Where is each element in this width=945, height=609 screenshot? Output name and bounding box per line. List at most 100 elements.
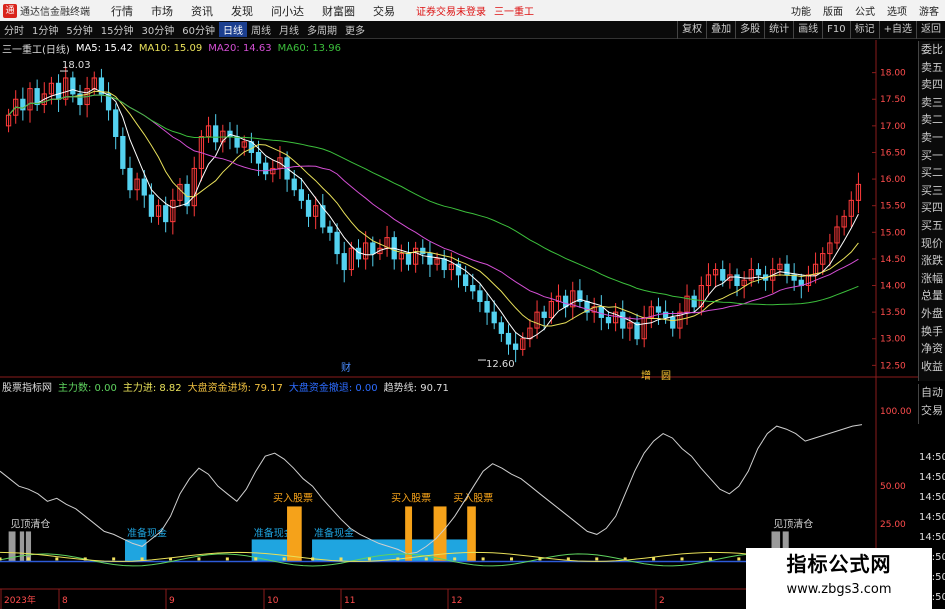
- back-button[interactable]: 返回: [916, 21, 945, 39]
- menu-wenxiaoda[interactable]: 问小达: [262, 3, 313, 19]
- period-more[interactable]: 更多: [341, 22, 369, 37]
- price-tick-label: 15.50: [880, 202, 906, 212]
- signal-dot: [481, 557, 485, 561]
- book-sell2: 卖二: [921, 113, 943, 127]
- candle-body: [120, 135, 126, 169]
- period-daily[interactable]: 日线: [218, 22, 247, 37]
- period-5min[interactable]: 5分钟: [62, 22, 96, 37]
- fuquan-button[interactable]: 复权: [677, 21, 706, 39]
- period-monthly[interactable]: 月线: [275, 22, 303, 37]
- kline-chart[interactable]: 18.00 17.50 17.00 16.50 16.00 15.50 15.00 14.50…: [0, 40, 945, 609]
- app-logo-icon: 通: [3, 3, 17, 18]
- signal-dot: [680, 557, 684, 561]
- candle-body: [141, 178, 147, 196]
- buy-signal-label: 买入股票: [273, 492, 313, 504]
- signal-dot: [169, 557, 173, 561]
- side-time-label: 14:50: [919, 532, 945, 543]
- x-tick-label: 11: [344, 596, 355, 606]
- indicator-name[interactable]: 股票指标网: [2, 379, 52, 394]
- event-zeng-marker[interactable]: 增: [641, 369, 651, 382]
- stock-period-label[interactable]: 三一重工(日线): [2, 41, 70, 56]
- book-outer: 外盘: [921, 306, 943, 320]
- book-net-asset: 净资: [921, 342, 943, 356]
- side-time-label: 14:50: [919, 472, 945, 483]
- buy-signal-bar: [467, 506, 476, 562]
- menu-caifuquan[interactable]: 财富圈: [313, 3, 364, 19]
- candle-body: [498, 322, 504, 334]
- signal-dot: [566, 557, 570, 561]
- period-15min[interactable]: 15分钟: [97, 22, 138, 37]
- cash-zone-label: 准备现金: [314, 526, 354, 539]
- candle-body: [291, 178, 297, 191]
- stats-button[interactable]: 统计: [764, 21, 793, 39]
- candle-body: [355, 247, 362, 260]
- f10-button[interactable]: F10: [822, 21, 849, 39]
- current-stock-name: 三一重工: [494, 7, 534, 18]
- add-watchlist-button[interactable]: +自选: [878, 21, 916, 39]
- menu-shichang[interactable]: 市场: [142, 3, 182, 19]
- book-buy4: 买四: [921, 201, 943, 215]
- signal-dot: [396, 557, 400, 561]
- signal-dot: [424, 557, 428, 561]
- ma5-line: [8, 88, 859, 340]
- price-tick-label: 17.50: [880, 95, 906, 105]
- mark-button[interactable]: 标记: [849, 21, 879, 39]
- x-tick-label: 8: [62, 596, 68, 606]
- candle-body: [127, 167, 133, 191]
- period-30min[interactable]: 30分钟: [137, 22, 178, 37]
- clear-signal-bar: [19, 531, 25, 562]
- candle-body: [477, 290, 483, 302]
- dapan-exit-value: 大盘资金撤退: 0.00: [288, 382, 378, 394]
- side-time-label: 14:50: [919, 452, 945, 463]
- candle-body: [441, 258, 447, 271]
- x-tick-label: 9: [169, 596, 175, 606]
- signal-dot: [339, 557, 343, 561]
- period-fenshi[interactable]: 分时: [0, 22, 28, 37]
- signal-dot: [254, 557, 258, 561]
- watermark-title: 指标公式网: [786, 552, 892, 576]
- candle-body: [691, 295, 697, 308]
- period-weekly[interactable]: 周线: [247, 22, 275, 37]
- period-60min[interactable]: 60分钟: [178, 22, 219, 37]
- side-time-label: 14:50: [919, 512, 945, 523]
- event-tag-marker[interactable]: 圆: [661, 370, 671, 382]
- candle-body: [620, 311, 626, 329]
- overlay-button[interactable]: 叠加: [706, 21, 735, 39]
- signal-dot: [453, 557, 457, 561]
- menu-banmian[interactable]: 版面: [817, 3, 849, 18]
- menu-xuanxiang[interactable]: 选项: [881, 3, 913, 18]
- book-buy3: 买三: [921, 183, 943, 197]
- indicator-legend: 股票指标网 主力数: 0.00 主力进: 8.82 大盘资金进场: 79.17 …: [2, 379, 455, 394]
- price-tick-label: 16.50: [880, 148, 906, 158]
- candle-body: [70, 77, 76, 95]
- auto-label[interactable]: 自动: [919, 384, 945, 402]
- menu-gongneng[interactable]: 功能: [785, 3, 817, 18]
- trade-label[interactable]: 交易: [919, 402, 945, 420]
- trend-line-value: 趋势线: 90.71: [383, 382, 449, 394]
- signal-dot: [0, 557, 2, 561]
- menu-gongshi[interactable]: 公式: [849, 3, 881, 18]
- ma10-line: [8, 90, 859, 327]
- candle-body: [598, 306, 604, 318]
- period-1min[interactable]: 1分钟: [28, 22, 62, 37]
- guest-button[interactable]: 游客: [913, 3, 945, 18]
- trade-login-notice[interactable]: 证券交易未登录: [416, 3, 486, 18]
- menu-jiaoyi[interactable]: 交易: [364, 3, 404, 19]
- menu-hangqing[interactable]: 行情: [102, 3, 142, 19]
- event-cai-marker[interactable]: 财: [341, 361, 351, 374]
- book-change: 涨跌: [921, 254, 943, 268]
- multi-stock-button[interactable]: 多股: [735, 21, 764, 39]
- draw-line-button[interactable]: 画线: [793, 21, 822, 39]
- period-multi[interactable]: 多周期: [303, 22, 341, 37]
- ma10-value: MA10: 15.09: [138, 42, 203, 54]
- menu-zixun[interactable]: 资讯: [182, 3, 222, 19]
- candle-body: [655, 306, 662, 313]
- signal-dot: [623, 557, 627, 561]
- signal-dot: [367, 557, 371, 561]
- candle-body: [163, 205, 169, 223]
- menu-faxian[interactable]: 发现: [222, 3, 262, 19]
- book-sell5: 卖五: [921, 60, 943, 74]
- ma-legend: 三一重工(日线) MA5: 15.42 MA10: 15.09 MA20: 14…: [2, 41, 347, 56]
- candle-body: [255, 151, 262, 164]
- signal-dot: [708, 557, 712, 561]
